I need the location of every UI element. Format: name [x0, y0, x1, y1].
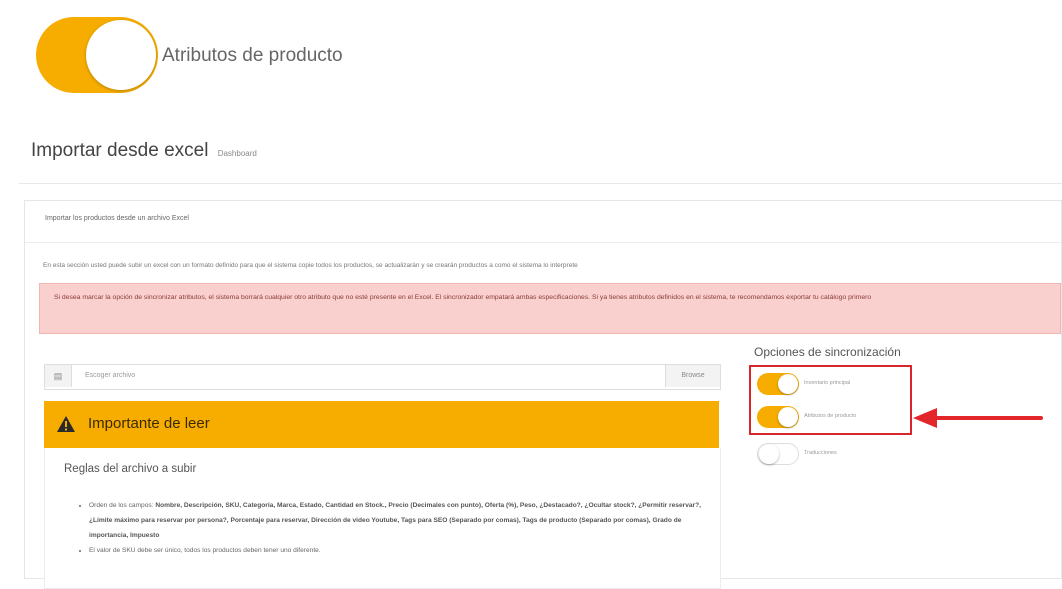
breadcrumb-dashboard[interactable]: Dashboard [218, 149, 257, 158]
rules-list: Orden de los campos: Nombre, Descripción… [75, 498, 717, 558]
arrow-left-icon [913, 408, 1043, 428]
page-title-text: Importar desde excel [31, 140, 209, 161]
import-card: Importar los productos desde un archivo … [24, 200, 1062, 589]
rules-title: Reglas del archivo a subir [64, 463, 197, 475]
translations-toggle[interactable] [757, 443, 799, 465]
intro-text: En esta sección usted puede subir un exc… [43, 262, 578, 269]
important-title: Importante de leer [88, 415, 210, 432]
file-icon: ▤ [45, 365, 72, 387]
important-panel-body: Reglas del archivo a subir Orden de los … [44, 448, 721, 589]
list-item: Orden de los campos: Nombre, Descripción… [89, 498, 717, 543]
sync-option-label: Traducciones [804, 450, 837, 456]
sync-option-translations[interactable]: Traducciones [757, 443, 927, 465]
toggle-knob [86, 20, 156, 90]
attributes-toggle-large[interactable] [36, 17, 158, 93]
file-input-placeholder: Escoger archivo [85, 372, 136, 379]
toggle-knob [759, 444, 779, 464]
card-header: Importar los productos desde un archivo … [45, 215, 189, 222]
attributes-toggle-label: Atributos de producto [162, 45, 343, 66]
page-title: Importar desde excel Dashboard [31, 140, 257, 162]
rule2-text: El valor de SKU debe ser único, todos lo… [89, 547, 321, 554]
card-divider [25, 242, 1061, 243]
rule1-intro: Orden de los campos: [89, 502, 154, 509]
file-input[interactable]: ▤ Escoger archivo Browse [44, 364, 721, 390]
header-divider [19, 183, 1062, 184]
sync-options-title: Opciones de sincronización [754, 345, 901, 359]
important-panel-header: Importante de leer [44, 401, 719, 448]
list-item: El valor de SKU debe ser único, todos lo… [89, 543, 717, 558]
browse-button[interactable]: Browse [665, 365, 720, 387]
sync-warning-alert: Si desea marcar la opción de sincronizar… [39, 283, 1061, 334]
rule1-fields: Nombre, Descripción, SKU, Categoría, Mar… [89, 502, 701, 539]
warning-icon [57, 416, 75, 432]
highlight-box [749, 365, 912, 435]
